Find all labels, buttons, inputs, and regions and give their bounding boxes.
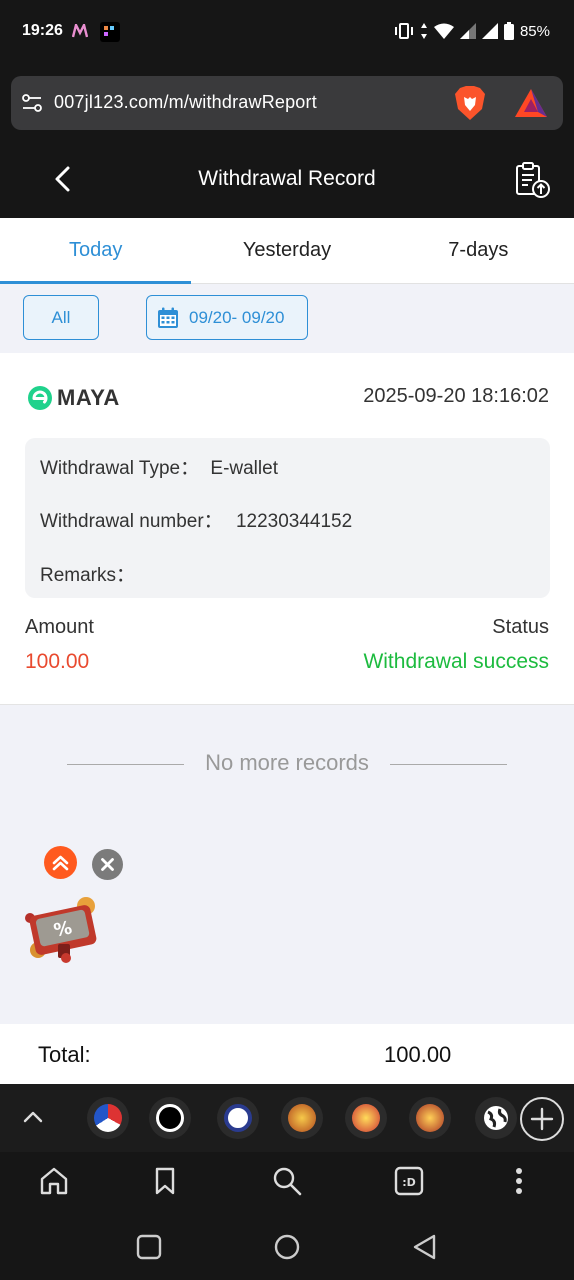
browser-bottom-nav: :D	[0, 1152, 574, 1210]
battery-percent: 85%	[519, 22, 550, 40]
calendar-icon	[158, 307, 178, 328]
tab-today[interactable]: Today	[0, 218, 192, 284]
browser-tab-strip	[0, 1084, 574, 1152]
globe-icon	[484, 1106, 508, 1130]
search-icon[interactable]	[270, 1164, 304, 1198]
new-tab-button[interactable]	[520, 1097, 564, 1141]
tab-favicon-icon	[94, 1104, 122, 1132]
status-icons: 85%	[394, 22, 550, 40]
date-tabs: Today Yesterday 7-days	[0, 218, 574, 284]
status-label: Status	[492, 616, 549, 638]
menu-dots-icon[interactable]	[502, 1164, 536, 1198]
tabs-counter-icon[interactable]: :D	[392, 1164, 426, 1198]
browser-tab-2[interactable]	[149, 1097, 191, 1139]
status-bar: 19:26 85%	[0, 0, 574, 64]
tab-7-days[interactable]: 7-days	[383, 218, 574, 283]
wifi-icon	[433, 23, 454, 39]
plus-icon	[530, 1107, 554, 1131]
site-settings-icon[interactable]	[21, 92, 43, 114]
divider-right	[390, 764, 507, 765]
home-icon[interactable]	[37, 1164, 71, 1198]
tab-favicon-icon	[156, 1104, 184, 1132]
brave-shields-icon[interactable]	[454, 85, 486, 121]
double-chevron-up-icon	[52, 855, 69, 871]
url-text[interactable]: 007jl123.com/m/withdrawReport	[54, 92, 317, 113]
data-arrows-icon	[420, 23, 427, 39]
system-nav-bar	[0, 1210, 574, 1280]
close-icon	[101, 858, 114, 871]
withdrawal-type-value: E-wallet	[210, 458, 278, 479]
back-triangle-icon[interactable]	[410, 1233, 438, 1261]
promo-expand-button[interactable]	[44, 846, 77, 879]
tab-yesterday[interactable]: Yesterday	[191, 218, 382, 283]
withdrawal-number-value: 12230344152	[235, 511, 353, 532]
browser-tab-6[interactable]	[409, 1097, 451, 1139]
home-circle-icon[interactable]	[273, 1233, 301, 1261]
tab-favicon-icon	[416, 1104, 444, 1132]
chevron-up-icon[interactable]	[18, 1102, 48, 1132]
remarks-label: Remarks：	[40, 565, 136, 586]
browser-toolbar: 007jl123.com/m/withdrawReport	[0, 64, 574, 140]
page-header: Withdrawal Record	[0, 140, 574, 218]
amount-label: Amount	[25, 616, 94, 638]
bookmark-icon[interactable]	[148, 1164, 182, 1198]
browser-tab-4[interactable]	[281, 1097, 323, 1139]
signal-icon-1	[459, 23, 476, 39]
withdrawal-type-label: Withdrawal Type：	[40, 458, 200, 479]
provider-logo: MAYA	[27, 385, 120, 411]
total-label: Total:	[38, 1042, 91, 1067]
amount-value: 100.00	[25, 650, 90, 673]
browser-tab-1[interactable]	[87, 1097, 129, 1139]
brave-rewards-icon[interactable]	[514, 88, 548, 118]
svg-text::D: :D	[402, 1176, 416, 1189]
browser-tab-3[interactable]	[217, 1097, 259, 1139]
notification-icon	[72, 24, 88, 38]
withdrawal-number-label: Withdrawal number：	[40, 511, 223, 532]
address-bar[interactable]: 007jl123.com/m/withdrawReport	[11, 76, 563, 130]
total-value: 100.00	[384, 1042, 452, 1067]
app-notification-icon	[100, 22, 120, 42]
record-datetime: 2025-09-20 18:16:02	[363, 385, 549, 407]
browser-tab-7[interactable]	[475, 1097, 517, 1139]
no-more-records-text: No more records	[205, 750, 369, 775]
signal-icon-2	[481, 23, 498, 39]
filter-all-button[interactable]: All	[23, 295, 99, 340]
vibrate-icon	[394, 23, 413, 39]
withdrawal-record-card[interactable]: MAYA 2025-09-20 18:16:02 Withdrawal Type…	[0, 353, 574, 705]
tab-favicon-icon	[352, 1104, 380, 1132]
provider-name: MAYA	[57, 385, 120, 410]
date-range-text: 09/20- 09/20	[189, 307, 285, 327]
tab-favicon-icon	[224, 1104, 252, 1132]
date-range-button[interactable]: 09/20- 09/20	[146, 295, 308, 340]
browser-tab-5[interactable]	[345, 1097, 387, 1139]
maya-logo-icon	[28, 386, 52, 410]
list-end-indicator: No more records	[0, 750, 574, 780]
promo-close-button[interactable]	[92, 849, 123, 880]
promo-gift-icon[interactable]: %	[18, 888, 108, 968]
recents-icon[interactable]	[135, 1233, 163, 1261]
page-title: Withdrawal Record	[198, 167, 376, 190]
status-time: 19:26	[22, 22, 63, 39]
clipboard-upload-icon[interactable]	[512, 160, 552, 200]
battery-icon	[503, 22, 514, 40]
tab-favicon-icon	[288, 1104, 316, 1132]
record-details: Withdrawal Type： E-wallet Withdrawal num…	[25, 438, 550, 598]
withdrawal-type-row: Withdrawal Type： E-wallet	[40, 453, 278, 480]
total-bar: Total: 100.00	[0, 1024, 574, 1084]
remarks-row: Remarks：	[40, 560, 135, 587]
status-value: Withdrawal success	[363, 650, 549, 673]
filter-bar: All 09/20- 09/20	[0, 284, 574, 353]
withdrawal-number-row: Withdrawal number： 12230344152	[40, 506, 352, 533]
